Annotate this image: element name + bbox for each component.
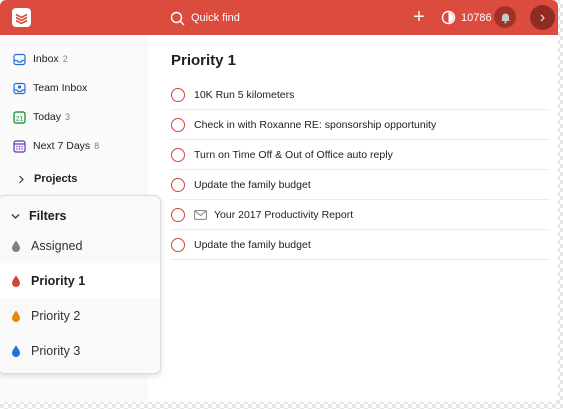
filter-item-priority-3[interactable]: Priority 3 [0, 333, 160, 368]
sidebar-item-inbox[interactable]: Inbox 2 [12, 50, 68, 68]
filter-item-label: Assigned [31, 238, 83, 253]
drop-icon [12, 240, 20, 252]
sidebar-item-team-inbox[interactable]: Team Inbox [12, 79, 87, 97]
sidebar-item-count: 2 [62, 54, 68, 64]
task-checkbox[interactable] [171, 207, 185, 222]
inbox-icon [12, 52, 26, 66]
sidebar-item-label: Inbox [33, 53, 59, 65]
quick-find-search[interactable]: Quick find [170, 8, 240, 28]
sidebar-item-count: 3 [65, 112, 71, 122]
task-text: Update the family budget [194, 178, 311, 191]
sidebar-item-label: Team Inbox [33, 82, 88, 94]
task-row[interactable]: Check in with Roxanne RE: sponsorship op… [171, 110, 550, 140]
filters-label: Filters [29, 209, 67, 223]
sidebar-item-label: Today [33, 111, 62, 123]
filter-item-label: Priority 2 [31, 308, 81, 323]
task-text: 10K Run 5 kilometers [194, 88, 295, 101]
drop-icon [12, 345, 20, 357]
top-bar: ‹ Quick find + 10786 [0, 0, 558, 35]
mail-icon [194, 209, 207, 220]
drop-icon [12, 275, 20, 287]
chevron-right-icon [19, 175, 24, 183]
todoist-logo-icon[interactable] [12, 8, 31, 27]
task-text: Your 2017 Productivity Report [214, 208, 354, 221]
page-title: Priority 1 [171, 52, 237, 69]
task-text: Turn on Time Off & Out of Office auto re… [194, 148, 393, 161]
chevron-down-icon [11, 213, 20, 219]
task-checkbox[interactable] [171, 117, 185, 132]
svg-text:21: 21 [15, 115, 23, 122]
team-inbox-icon [12, 81, 26, 95]
task-row[interactable]: Update the family budget [171, 170, 550, 200]
filters-toggle[interactable]: Filters [11, 209, 67, 223]
karma-score: 10786 [461, 11, 492, 24]
filter-item-label: Priority 1 [31, 273, 86, 288]
filter-item-assigned[interactable]: Assigned [0, 228, 160, 263]
filter-item-label: Priority 3 [31, 343, 81, 358]
calendar-week-icon [12, 139, 26, 153]
back-arrow-icon[interactable]: ‹ [0, 5, 8, 29]
search-placeholder: Quick find [191, 12, 240, 24]
add-task-button[interactable]: + [411, 7, 427, 27]
forward-arrow-button[interactable]: › [530, 5, 555, 30]
bell-icon [500, 13, 510, 23]
task-text: Update the family budget [194, 238, 311, 251]
filter-item-priority-1[interactable]: Priority 1 [0, 263, 160, 298]
sidebar-item-next-7-days[interactable]: Next 7 Days 8 [12, 137, 99, 155]
task-row[interactable]: Turn on Time Off & Out of Office auto re… [171, 140, 550, 170]
main-content: Priority 1 10K Run 5 kilometers Check in… [148, 35, 558, 402]
filters-panel: Filters Assigned Priority 1 Priority 2 P… [0, 195, 161, 374]
search-icon [170, 11, 185, 25]
task-checkbox[interactable] [171, 87, 185, 102]
task-row[interactable]: Update the family budget [171, 230, 550, 260]
notifications-button[interactable] [494, 6, 516, 28]
app-window: ‹ Quick find + 10786 [0, 0, 558, 402]
task-checkbox[interactable] [171, 237, 185, 252]
karma-button[interactable]: 10786 [441, 9, 492, 26]
sidebar-item-count: 8 [94, 141, 100, 151]
task-row[interactable]: Your 2017 Productivity Report [171, 200, 550, 230]
filter-item-priority-2[interactable]: Priority 2 [0, 298, 160, 333]
sidebar-item-today[interactable]: 21 Today 3 [12, 108, 70, 126]
karma-icon [441, 10, 456, 25]
calendar-today-icon: 21 [12, 110, 26, 124]
sidebar-item-label: Next 7 Days [33, 140, 91, 152]
projects-toggle[interactable]: Projects [18, 173, 77, 185]
task-text: Check in with Roxanne RE: sponsorship op… [194, 118, 437, 131]
projects-label: Projects [34, 173, 78, 185]
task-checkbox[interactable] [171, 147, 185, 162]
task-checkbox[interactable] [171, 177, 185, 192]
task-row[interactable]: 10K Run 5 kilometers [171, 80, 550, 110]
drop-icon [12, 310, 20, 322]
